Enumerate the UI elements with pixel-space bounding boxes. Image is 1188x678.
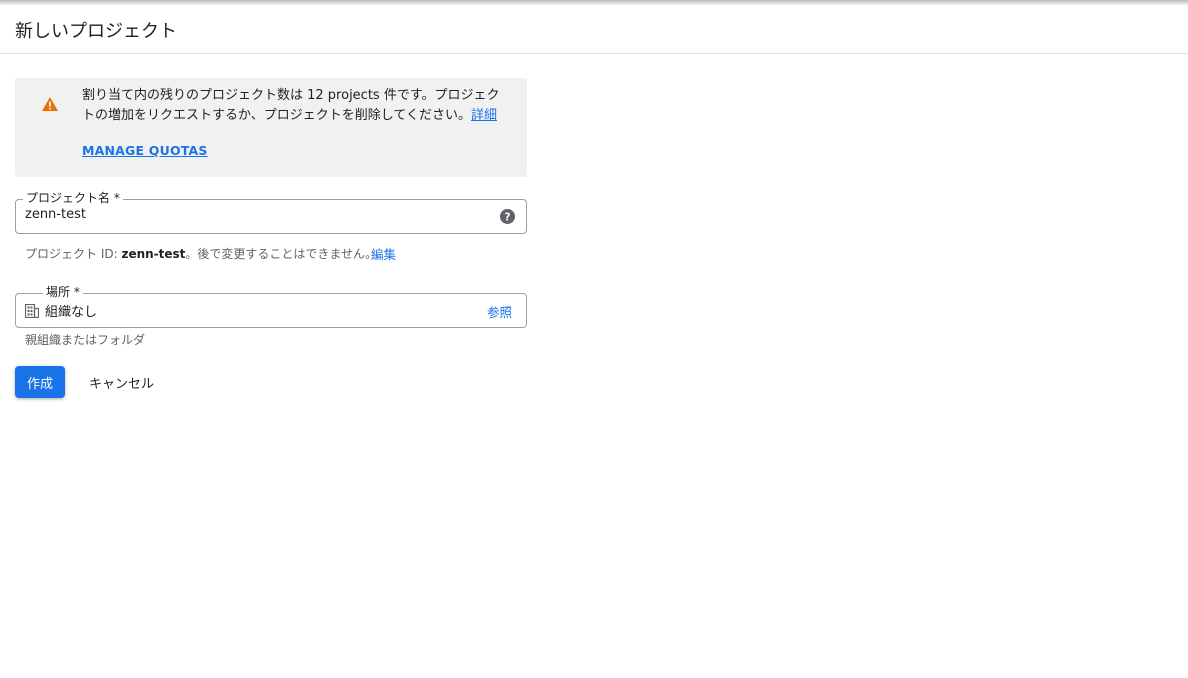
browse-location-link[interactable]: 参照 [487, 302, 512, 321]
alert-message-text: 割り当て内の残りのプロジェクト数は 12 projects 件です。プロジェクト… [82, 88, 500, 123]
project-id-suffix: 。後で変更することはできません。 [185, 247, 378, 261]
edit-project-id-link[interactable]: 編集 [371, 244, 396, 263]
organization-icon [25, 304, 39, 318]
manage-quotas-link[interactable]: MANAGE QUOTAS [82, 143, 208, 158]
warning-icon [42, 97, 58, 111]
cancel-button[interactable]: キャンセル [80, 366, 163, 398]
page-header: 新しいプロジェクト [0, 6, 1188, 54]
svg-text:?: ? [505, 211, 511, 223]
help-icon[interactable]: ? [500, 209, 515, 224]
project-id-value: zenn-test [121, 247, 186, 261]
alert-message: 割り当て内の残りのプロジェクト数は 12 projects 件です。プロジェクト… [82, 86, 512, 126]
project-name-input[interactable]: zenn-test [25, 207, 86, 222]
location-label: 場所 * [43, 283, 83, 301]
create-button[interactable]: 作成 [15, 366, 65, 398]
page-title: 新しいプロジェクト [15, 21, 177, 42]
project-id-hint: プロジェクト ID: zenn-test。後で変更することはできません。 [25, 245, 377, 262]
location-value: 組織なし [45, 305, 98, 320]
project-name-label: プロジェクト名 * [23, 189, 123, 207]
project-name-field[interactable]: プロジェクト名 * zenn-test ? [15, 189, 527, 234]
quota-alert: 割り当て内の残りのプロジェクト数は 12 projects 件です。プロジェクト… [15, 78, 527, 177]
learn-more-link[interactable]: 詳細 [471, 108, 497, 123]
location-field[interactable]: 場所 * 組織なし 参照 [15, 283, 527, 328]
location-hint: 親組織またはフォルダ [25, 333, 146, 347]
project-id-prefix: プロジェクト ID: [25, 247, 122, 261]
